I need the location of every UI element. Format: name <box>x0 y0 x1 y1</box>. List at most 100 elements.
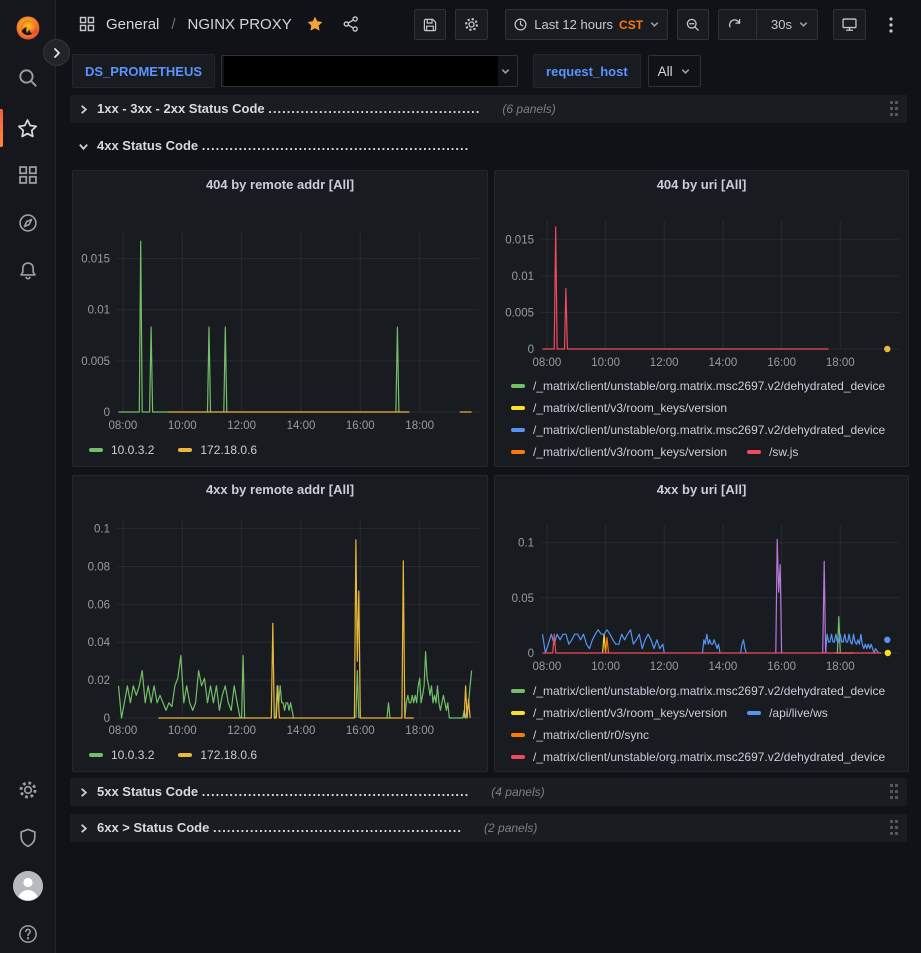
chevron-right-icon <box>78 823 89 834</box>
legend-swatch <box>511 689 525 693</box>
svg-text:0.04: 0.04 <box>88 637 111 649</box>
legend-item[interactable]: /_matrix/client/r0/sync <box>511 728 649 742</box>
more-options-button[interactable] <box>875 9 906 40</box>
legend-item[interactable]: /_matrix/client/v3/room_keys/version <box>511 706 727 720</box>
row-title: 6xx > Status Code <box>97 820 213 835</box>
drag-handle-icon[interactable] <box>889 819 899 837</box>
svg-text:0.01: 0.01 <box>512 271 534 283</box>
row-title: 5xx Status Code <box>97 784 202 799</box>
row-4xx[interactable]: 4xx Status Code ........................… <box>70 132 907 160</box>
dashboards-icon[interactable] <box>0 163 55 187</box>
monitor-icon <box>841 16 858 33</box>
legend-label: /_matrix/client/unstable/org.matrix.msc2… <box>533 379 885 393</box>
legend: 10.0.3.2 172.18.0.6 <box>89 439 479 461</box>
svg-text:18:00: 18:00 <box>826 357 855 369</box>
svg-text:0.005: 0.005 <box>81 356 110 368</box>
breadcrumb-folder[interactable]: General <box>106 16 159 33</box>
row-panel-count: (2 panels) <box>484 821 537 835</box>
chevron-right-icon <box>78 104 89 115</box>
svg-text:12:00: 12:00 <box>650 661 679 673</box>
legend-item[interactable]: /sw.js <box>747 445 798 459</box>
tv-mode-button[interactable] <box>833 9 866 40</box>
refresh-button[interactable] <box>719 10 750 39</box>
grafana-dashboard: General / NGINX PROXY <box>0 0 921 953</box>
legend-item[interactable]: /_matrix/client/unstable/org.matrix.msc2… <box>511 684 885 698</box>
svg-text:12:00: 12:00 <box>227 725 256 737</box>
variable-label-request-host[interactable]: request_host <box>533 54 641 88</box>
legend-label: 172.18.0.6 <box>200 748 257 762</box>
zoom-out-button[interactable] <box>677 9 709 40</box>
row-6xx[interactable]: 6xx > Status Code ......................… <box>70 814 907 842</box>
grafana-logo[interactable] <box>0 11 55 45</box>
svg-text:0.005: 0.005 <box>505 307 534 319</box>
user-avatar[interactable] <box>0 871 55 901</box>
legend-swatch <box>511 755 525 759</box>
timezone-label: CST <box>619 18 643 32</box>
row-title-dots: ........................................… <box>202 138 470 153</box>
server-admin-shield-icon[interactable] <box>0 826 55 850</box>
drag-handle-icon[interactable] <box>889 783 899 801</box>
gear-icon <box>463 16 480 33</box>
dashboard-settings-button[interactable] <box>455 9 488 40</box>
row-panel-count: (6 panels) <box>502 102 555 116</box>
variable-label-ds-prometheus[interactable]: DS_PROMETHEUS <box>72 54 215 88</box>
legend-label: /_matrix/client/r0/sync <box>533 728 649 742</box>
legend-label: /_matrix/client/v3/room_keys/version <box>533 401 727 415</box>
alerting-icon[interactable] <box>0 259 55 283</box>
legend-swatch <box>511 406 525 410</box>
legend-item[interactable]: /api/live/ws <box>747 706 828 720</box>
chevron-down-icon <box>500 66 511 77</box>
row-title-dots: ........................................… <box>268 101 480 116</box>
row-1xx-3xx-2xx[interactable]: 1xx - 3xx - 2xx Status Code ............… <box>70 95 907 123</box>
help-icon[interactable] <box>0 922 55 946</box>
variable-dropdown-request-host[interactable]: All <box>648 55 701 87</box>
svg-text:10:00: 10:00 <box>168 420 197 432</box>
configuration-gear-icon[interactable] <box>0 778 55 802</box>
variable-dropdown-ds-prometheus[interactable] <box>221 55 518 87</box>
legend-item[interactable]: /_matrix/client/unstable/org.matrix.msc2… <box>511 423 885 437</box>
favorite-star-icon[interactable] <box>306 15 324 33</box>
refresh-interval-dropdown[interactable]: 30s <box>763 10 817 39</box>
svg-text:18:00: 18:00 <box>405 725 434 737</box>
svg-text:0.01: 0.01 <box>88 305 110 317</box>
sidebar <box>0 0 56 953</box>
chevron-down-icon <box>649 19 660 30</box>
legend-item[interactable]: 172.18.0.6 <box>178 443 257 457</box>
svg-text:12:00: 12:00 <box>650 357 679 369</box>
svg-text:18:00: 18:00 <box>405 420 434 432</box>
legend-label: 10.0.3.2 <box>111 443 154 457</box>
refresh-interval-label: 30s <box>771 17 792 32</box>
legend: /_matrix/client/unstable/org.matrix.msc2… <box>511 375 904 466</box>
chevron-right-icon <box>78 787 89 798</box>
search-icon[interactable] <box>0 66 55 90</box>
legend-item[interactable]: /_matrix/client/v3/room_keys/version <box>511 445 727 459</box>
explore-icon[interactable] <box>0 211 55 235</box>
sidebar-expand-button[interactable] <box>43 39 70 66</box>
legend-swatch <box>178 448 192 452</box>
row-5xx[interactable]: 5xx Status Code ........................… <box>70 778 907 806</box>
time-range-picker[interactable]: Last 12 hours CST <box>505 9 668 40</box>
chevron-down-icon <box>78 141 89 152</box>
legend-label: /sw.js <box>769 445 798 459</box>
legend-item[interactable]: 10.0.3.2 <box>89 443 154 457</box>
legend-label: /_matrix/client/unstable/org.matrix.msc2… <box>533 684 885 698</box>
legend-item[interactable]: /_matrix/client/unstable/org.matrix.msc2… <box>511 379 885 393</box>
svg-text:0: 0 <box>104 713 110 725</box>
svg-text:12:00: 12:00 <box>227 420 256 432</box>
share-icon[interactable] <box>342 15 360 33</box>
svg-text:14:00: 14:00 <box>287 420 316 432</box>
breadcrumb-dashboard[interactable]: NGINX PROXY <box>188 16 292 33</box>
svg-text:08:00: 08:00 <box>533 357 562 369</box>
legend-item[interactable]: 172.18.0.6 <box>178 748 257 762</box>
legend-item[interactable]: 10.0.3.2 <box>89 748 154 762</box>
redacted-value <box>224 56 498 86</box>
save-dashboard-button[interactable] <box>414 9 446 40</box>
row-panel-count: (4 panels) <box>491 785 544 799</box>
svg-text:16:00: 16:00 <box>767 357 796 369</box>
time-series-chart: 00.050.108:0010:0012:0014:0016:0018:00 <box>495 476 906 676</box>
legend-item[interactable]: /_matrix/client/unstable/org.matrix.msc2… <box>511 750 885 764</box>
starred-icon[interactable] <box>0 115 55 141</box>
zoom-out-icon <box>685 17 701 33</box>
legend-item[interactable]: /_matrix/client/v3/room_keys/version <box>511 401 727 415</box>
drag-handle-icon[interactable] <box>889 100 899 118</box>
